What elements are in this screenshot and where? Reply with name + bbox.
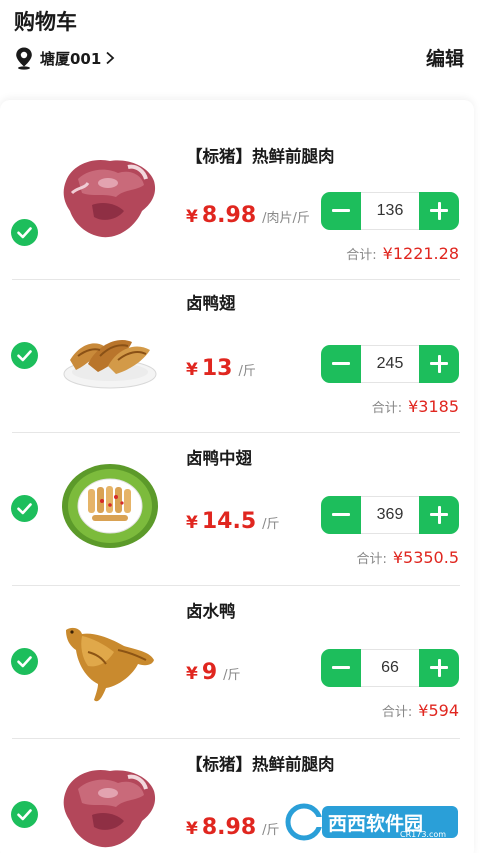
- watermark-sub: CR173.com: [400, 830, 446, 839]
- price-value: 9: [201, 660, 218, 685]
- quantity-stepper: 66: [321, 649, 459, 687]
- location-selector[interactable]: 塘厦001: [14, 46, 115, 70]
- subtotal-value: ¥3185: [408, 397, 459, 416]
- price-unit: /肉片/斤: [262, 211, 310, 226]
- item-name: 卤鸭翅: [186, 294, 236, 313]
- subtotal-value: ¥1221.28: [382, 244, 459, 263]
- braised-duck-image: [66, 627, 154, 702]
- quantity-stepper: 245: [321, 345, 459, 383]
- quantity-stepper: 136: [321, 192, 459, 230]
- checkmark-icon: [17, 503, 32, 515]
- increase-button[interactable]: [419, 345, 459, 383]
- header: 购物车 塘厦001 编辑: [0, 0, 480, 100]
- item-name: 卤水鸭: [186, 602, 236, 621]
- cart-item: 【标猪】热鲜前腿肉 ¥ 8.98 /肉片/斤 136 合计: ¥1221.28: [0, 127, 474, 280]
- increase-button[interactable]: [419, 649, 459, 687]
- subtotal-label: 合计:: [356, 552, 387, 567]
- pork-leg-image: [63, 159, 156, 238]
- item-checkbox[interactable]: [11, 801, 38, 828]
- price-value: 8.98: [201, 203, 257, 228]
- item-price: ¥ 14.5 /斤: [186, 509, 280, 534]
- item-subtotal: 合计: ¥5350.5: [356, 548, 459, 567]
- cart-item: 卤水鸭 ¥ 9 /斤 66 合计: ¥594: [0, 586, 474, 739]
- price-value: 8.98: [201, 815, 257, 840]
- cart-item: 卤鸭中翅 ¥ 14.5 /斤 369 合计: ¥5350.5: [0, 433, 474, 586]
- location-pin-icon: [16, 47, 32, 70]
- item-checkbox[interactable]: [11, 342, 38, 369]
- currency-symbol: ¥: [186, 819, 198, 839]
- decrease-button[interactable]: [321, 496, 361, 534]
- cart-list: 【标猪】热鲜前腿肉 ¥ 8.98 /肉片/斤 136 合计: ¥1221.28: [0, 100, 474, 853]
- increase-button[interactable]: [419, 496, 459, 534]
- quantity-field[interactable]: 369: [361, 496, 419, 534]
- subtotal-value: ¥594: [418, 701, 459, 720]
- item-price: ¥ 8.98 /斤: [186, 815, 280, 840]
- item-subtotal: 合计: ¥3185: [372, 397, 459, 416]
- item-name: 卤鸭中翅: [186, 449, 252, 468]
- item-checkbox[interactable]: [11, 219, 38, 246]
- price-unit: /斤: [238, 364, 256, 379]
- cart-item: 卤鸭翅 ¥ 13 /斤 245 合计: ¥3185: [0, 280, 474, 433]
- increase-button[interactable]: [419, 192, 459, 230]
- minus-icon: [332, 362, 350, 365]
- page-title: 购物车: [14, 10, 77, 34]
- price-value: 13: [201, 356, 233, 381]
- item-price: ¥ 8.98 /肉片/斤: [186, 203, 310, 228]
- currency-symbol: ¥: [186, 360, 198, 380]
- quantity-stepper: 369: [321, 496, 459, 534]
- edit-button[interactable]: 编辑: [426, 44, 464, 71]
- checkmark-icon: [17, 350, 32, 362]
- decrease-button[interactable]: [321, 649, 361, 687]
- minus-icon: [332, 666, 350, 669]
- item-name: 【标猪】热鲜前腿肉: [186, 147, 335, 166]
- checkmark-icon: [17, 227, 32, 239]
- price-unit: /斤: [223, 668, 241, 683]
- currency-symbol: ¥: [186, 513, 198, 533]
- checkmark-icon: [17, 656, 32, 668]
- price-unit: /斤: [262, 517, 280, 532]
- location-label: 塘厦001: [40, 49, 102, 68]
- subtotal-value: ¥5350.5: [392, 548, 459, 567]
- price-unit: /斤: [262, 823, 280, 838]
- currency-symbol: ¥: [186, 207, 198, 227]
- currency-symbol: ¥: [186, 664, 198, 684]
- item-price: ¥ 9 /斤: [186, 660, 241, 685]
- chevron-right-icon: [106, 51, 115, 65]
- checkmark-icon: [17, 809, 32, 821]
- quantity-field[interactable]: 66: [361, 649, 419, 687]
- decrease-button[interactable]: [321, 192, 361, 230]
- item-subtotal: 合计: ¥1221.28: [346, 244, 459, 263]
- subtotal-label: 合计:: [346, 248, 377, 263]
- pork-leg-image: [63, 769, 156, 848]
- braised-duck-mid-wing-image: [62, 464, 158, 548]
- item-name: 【标猪】热鲜前腿肉: [186, 755, 335, 774]
- quantity-field[interactable]: 245: [361, 345, 419, 383]
- decrease-button[interactable]: [321, 345, 361, 383]
- item-checkbox[interactable]: [11, 648, 38, 675]
- item-price: ¥ 13 /斤: [186, 356, 256, 381]
- quantity-field[interactable]: 136: [361, 192, 419, 230]
- item-subtotal: 合计: ¥594: [382, 701, 459, 720]
- minus-icon: [332, 513, 350, 516]
- price-value: 14.5: [201, 509, 257, 534]
- subtotal-label: 合计:: [381, 705, 413, 720]
- watermark-logo: 西西软件园 CR173.com: [282, 800, 460, 844]
- braised-duck-wing-image: [63, 340, 157, 389]
- subtotal-label: 合计:: [371, 401, 403, 416]
- item-checkbox[interactable]: [11, 495, 38, 522]
- minus-icon: [332, 209, 350, 212]
